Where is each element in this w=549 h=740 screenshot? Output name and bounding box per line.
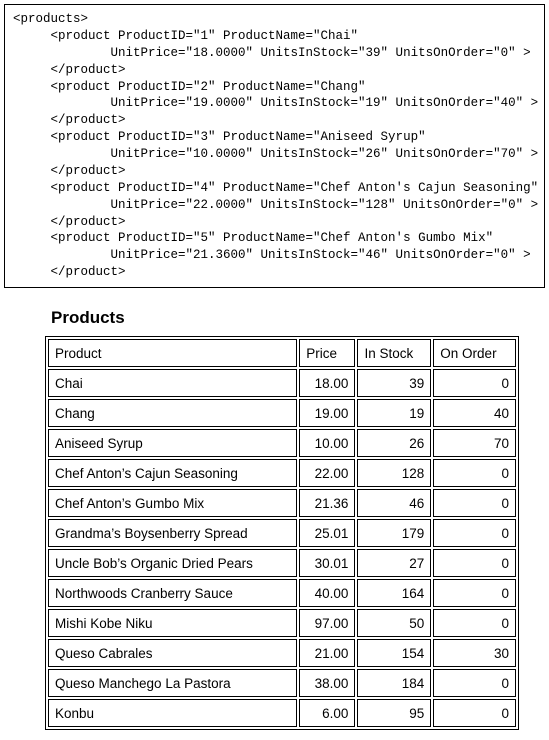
cell-on-order: 0: [433, 519, 516, 547]
table-row: Aniseed Syrup10.002670: [48, 429, 516, 457]
cell-in-stock: 184: [357, 669, 431, 697]
cell-on-order: 0: [433, 369, 516, 397]
cell-in-stock: 50: [357, 609, 431, 637]
table-section: Products Product Price In Stock On Order…: [0, 308, 549, 740]
cell-product: Chang: [48, 399, 297, 427]
cell-price: 10.00: [299, 429, 355, 457]
cell-in-stock: 164: [357, 579, 431, 607]
cell-in-stock: 26: [357, 429, 431, 457]
cell-on-order: 40: [433, 399, 516, 427]
cell-product: Mishi Kobe Niku: [48, 609, 297, 637]
cell-product: Aniseed Syrup: [48, 429, 297, 457]
table-row: Uncle Bob’s Organic Dried Pears30.01270: [48, 549, 516, 577]
cell-product: Chef Anton’s Cajun Seasoning: [48, 459, 297, 487]
header-in-stock: In Stock: [357, 339, 431, 367]
cell-in-stock: 154: [357, 639, 431, 667]
table-row: Chang19.001940: [48, 399, 516, 427]
cell-price: 38.00: [299, 669, 355, 697]
cell-in-stock: 27: [357, 549, 431, 577]
cell-price: 40.00: [299, 579, 355, 607]
cell-product: Queso Cabrales: [48, 639, 297, 667]
table-row: Mishi Kobe Niku97.00500: [48, 609, 516, 637]
cell-in-stock: 179: [357, 519, 431, 547]
cell-product: Konbu: [48, 699, 297, 727]
cell-in-stock: 128: [357, 459, 431, 487]
cell-in-stock: 46: [357, 489, 431, 517]
cell-in-stock: 19: [357, 399, 431, 427]
cell-on-order: 0: [433, 489, 516, 517]
header-on-order: On Order: [433, 339, 516, 367]
header-price: Price: [299, 339, 355, 367]
table-row: Chef Anton’s Gumbo Mix21.36460: [48, 489, 516, 517]
cell-on-order: 0: [433, 669, 516, 697]
cell-on-order: 0: [433, 459, 516, 487]
cell-price: 19.00: [299, 399, 355, 427]
cell-in-stock: 95: [357, 699, 431, 727]
table-row: Queso Cabrales21.0015430: [48, 639, 516, 667]
table-row: Konbu6.00950: [48, 699, 516, 727]
cell-price: 22.00: [299, 459, 355, 487]
cell-price: 21.00: [299, 639, 355, 667]
cell-product: Chef Anton’s Gumbo Mix: [48, 489, 297, 517]
cell-on-order: 70: [433, 429, 516, 457]
xml-code-text: <products> <product ProductID="1" Produc…: [13, 12, 538, 279]
cell-price: 21.36: [299, 489, 355, 517]
table-title: Products: [51, 308, 519, 328]
cell-product: Northwoods Cranberry Sauce: [48, 579, 297, 607]
table-row: Northwoods Cranberry Sauce40.001640: [48, 579, 516, 607]
cell-on-order: 0: [433, 609, 516, 637]
cell-price: 18.00: [299, 369, 355, 397]
table-row: Chef Anton’s Cajun Seasoning22.001280: [48, 459, 516, 487]
cell-product: Queso Manchego La Pastora: [48, 669, 297, 697]
cell-price: 25.01: [299, 519, 355, 547]
cell-on-order: 30: [433, 639, 516, 667]
cell-product: Chai: [48, 369, 297, 397]
table-row: Grandma’s Boysenberry Spread25.011790: [48, 519, 516, 547]
cell-on-order: 0: [433, 699, 516, 727]
xml-code-block: <products> <product ProductID="1" Produc…: [4, 4, 545, 288]
table-row: Queso Manchego La Pastora38.001840: [48, 669, 516, 697]
cell-product: Uncle Bob’s Organic Dried Pears: [48, 549, 297, 577]
cell-price: 30.01: [299, 549, 355, 577]
cell-on-order: 0: [433, 579, 516, 607]
cell-in-stock: 39: [357, 369, 431, 397]
products-table: Product Price In Stock On Order Chai18.0…: [45, 336, 519, 730]
table-row: Chai18.00390: [48, 369, 516, 397]
cell-on-order: 0: [433, 549, 516, 577]
cell-price: 6.00: [299, 699, 355, 727]
table-header-row: Product Price In Stock On Order: [48, 339, 516, 367]
header-product: Product: [48, 339, 297, 367]
cell-price: 97.00: [299, 609, 355, 637]
cell-product: Grandma’s Boysenberry Spread: [48, 519, 297, 547]
